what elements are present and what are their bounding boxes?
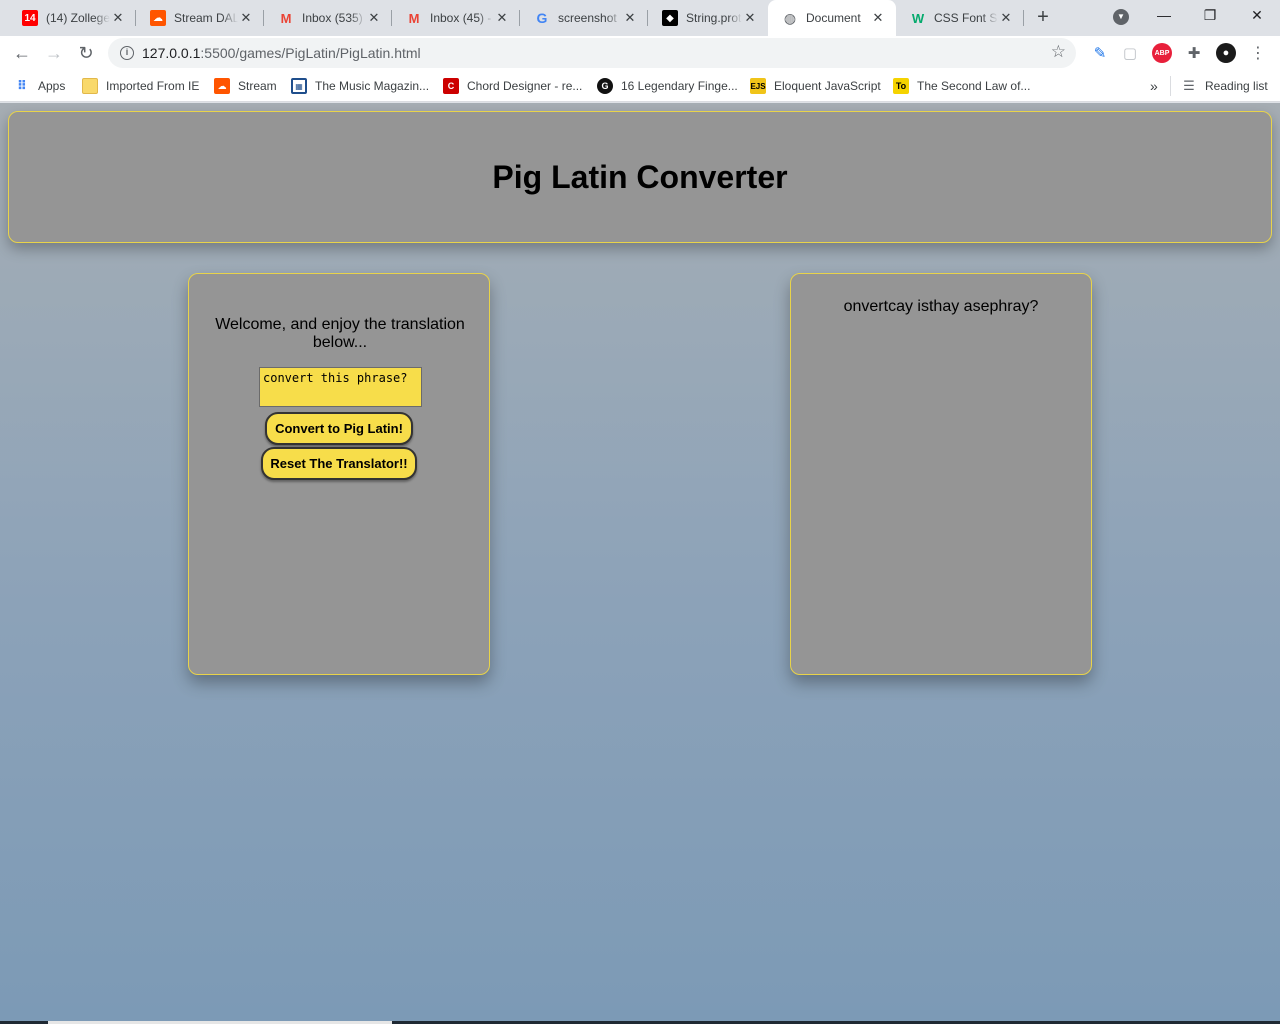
bookmark-label: Eloquent JavaScript	[774, 79, 881, 93]
header-banner: Pig Latin Converter	[8, 111, 1272, 243]
soundcloud-icon: ☁	[150, 10, 166, 26]
browser-toolbar: ← → ↻ i 127.0.0.1:5500/games/PigLatin/Pi…	[0, 36, 1280, 70]
bookmark-label: Imported From IE	[106, 79, 200, 93]
globe-icon: ◍	[783, 9, 797, 26]
bookmark-label: Chord Designer - re...	[467, 79, 583, 93]
gmail-icon: M	[280, 10, 292, 26]
to-icon: To	[893, 78, 909, 94]
bookmark-music-magazine[interactable]: ▦ The Music Magazin...	[291, 76, 429, 96]
apps-grid-icon: ⠿	[16, 78, 28, 93]
bookmark-chord-designer[interactable]: C Chord Designer - re...	[443, 76, 582, 96]
forward-arrow-icon[interactable]: →	[40, 39, 68, 67]
bookmark-apps[interactable]: ⠿ Apps	[14, 76, 65, 96]
restore-icon[interactable]: ❐	[1187, 0, 1233, 32]
reload-icon[interactable]: ↻	[72, 39, 100, 67]
translation-output: onvertcay isthay asephray?	[843, 298, 1039, 315]
tab-separator	[1023, 10, 1024, 26]
music-magazine-icon: ▦	[291, 78, 307, 94]
phrase-input[interactable]: convert this phrase?	[259, 367, 422, 407]
back-arrow-icon[interactable]: ←	[8, 39, 36, 67]
reading-list-icon: ☰	[1183, 78, 1195, 93]
minimize-icon[interactable]: —	[1141, 0, 1187, 32]
gmail-icon: M	[408, 10, 420, 26]
output-panel: onvertcay isthay asephray?	[790, 273, 1092, 675]
tab-title: String.proto	[686, 11, 742, 25]
tab-search-icon[interactable]: ▼	[1113, 9, 1129, 25]
site-info-icon[interactable]: i	[120, 46, 134, 60]
welcome-text: Welcome, and enjoy the translation below…	[215, 316, 465, 351]
address-bar[interactable]: i 127.0.0.1:5500/games/PigLatin/PigLatin…	[108, 38, 1076, 68]
tab-gmail-1[interactable]: M Inbox (535) ✕	[264, 2, 392, 34]
tab-title: Stream DAL	[174, 11, 238, 25]
mdn-icon: ◆	[662, 10, 678, 26]
tab-title: (14) Zollege	[46, 11, 110, 25]
ejs-icon: EJS	[750, 78, 766, 94]
reset-button[interactable]: Reset The Translator!!	[261, 447, 417, 480]
bookmark-second-law[interactable]: To The Second Law of...	[893, 76, 1030, 96]
page-title: Pig Latin Converter	[492, 158, 788, 195]
tab-title: Inbox (535)	[302, 11, 363, 25]
convert-button[interactable]: Convert to Pig Latin!	[265, 412, 413, 445]
bookmark-stream[interactable]: ☁ Stream	[214, 76, 277, 96]
page-viewport: Pig Latin Converter Welcome, and enjoy t…	[0, 103, 1280, 1021]
tab-title: Document	[806, 11, 861, 25]
close-icon[interactable]: ✕	[238, 10, 254, 26]
url-text[interactable]: 127.0.0.1:5500/games/PigLatin/PigLatin.h…	[142, 45, 421, 61]
tab-soundcloud[interactable]: ☁ Stream DAL ✕	[136, 2, 264, 34]
close-icon[interactable]: ✕	[998, 10, 1014, 26]
tab-mdn[interactable]: ◆ String.proto ✕	[648, 2, 768, 34]
g-circle-icon: G	[597, 78, 613, 94]
tab-title: Inbox (45) -	[430, 11, 492, 25]
bookmark-label: Stream	[238, 79, 277, 93]
tab-gmail-2[interactable]: M Inbox (45) - ✕	[392, 2, 520, 34]
tab-document-active[interactable]: ◍ Document ✕	[768, 0, 896, 36]
kebab-menu-icon[interactable]: ⋮	[1248, 43, 1268, 63]
bookmark-label: Apps	[38, 79, 66, 93]
screen-extension-icon[interactable]: ▢	[1120, 43, 1140, 63]
close-icon[interactable]: ✕	[622, 10, 638, 26]
close-icon[interactable]: ✕	[110, 10, 126, 26]
extensions-puzzle-icon[interactable]: ✚	[1184, 43, 1204, 63]
bookmarks-bar: ⠿ Apps Imported From IE ☁ Stream ▦ The M…	[0, 70, 1280, 102]
soundcloud-icon: ☁	[214, 78, 230, 94]
bookmark-label: 16 Legendary Finge...	[621, 79, 738, 93]
folder-icon	[82, 78, 98, 94]
tab-title: screenshot	[558, 11, 617, 25]
bookmarks-overflow-icon[interactable]: »	[1150, 76, 1158, 96]
reading-list-label: Reading list	[1205, 79, 1268, 93]
youtube-icon: 14	[22, 10, 38, 26]
profile-avatar[interactable]: ●	[1216, 43, 1236, 63]
google-icon: G	[536, 10, 548, 26]
bookmark-label: The Music Magazin...	[315, 79, 430, 93]
color-picker-extension-icon[interactable]: ✎	[1090, 43, 1110, 63]
w3schools-icon: W	[911, 10, 925, 26]
bookmark-star-icon[interactable]: ☆	[1051, 42, 1066, 62]
close-icon[interactable]: ✕	[870, 10, 886, 26]
input-panel: Welcome, and enjoy the translation below…	[188, 273, 490, 675]
reading-list-button[interactable]: ☰ Reading list	[1170, 76, 1268, 96]
close-icon[interactable]: ✕	[742, 10, 758, 26]
url-path: :5500/games/PigLatin/PigLatin.html	[200, 45, 421, 61]
new-tab-plus-icon[interactable]: +	[1031, 6, 1055, 30]
tab-strip: 14 (14) Zollege ✕ ☁ Stream DAL ✕ M Inbox…	[0, 0, 1280, 36]
close-icon[interactable]: ✕	[366, 10, 382, 26]
chord-designer-icon: C	[443, 78, 459, 94]
bookmark-folder-imported[interactable]: Imported From IE	[82, 76, 199, 96]
bookmark-label: The Second Law of...	[917, 79, 1031, 93]
bookmark-eloquent-js[interactable]: EJS Eloquent JavaScript	[750, 76, 881, 96]
tab-google-search[interactable]: G screenshot ✕	[520, 2, 648, 34]
close-icon[interactable]: ✕	[494, 10, 510, 26]
bookmark-legendary-finger[interactable]: G 16 Legendary Finge...	[597, 76, 738, 96]
tab-w3schools[interactable]: W CSS Font Si ✕	[896, 2, 1024, 34]
tab-title: CSS Font Si	[934, 11, 998, 25]
adblock-icon[interactable]: ABP	[1152, 43, 1172, 63]
tab-youtube[interactable]: 14 (14) Zollege ✕	[8, 2, 136, 34]
window-close-icon[interactable]: ✕	[1234, 0, 1280, 32]
url-host: 127.0.0.1	[142, 45, 201, 61]
